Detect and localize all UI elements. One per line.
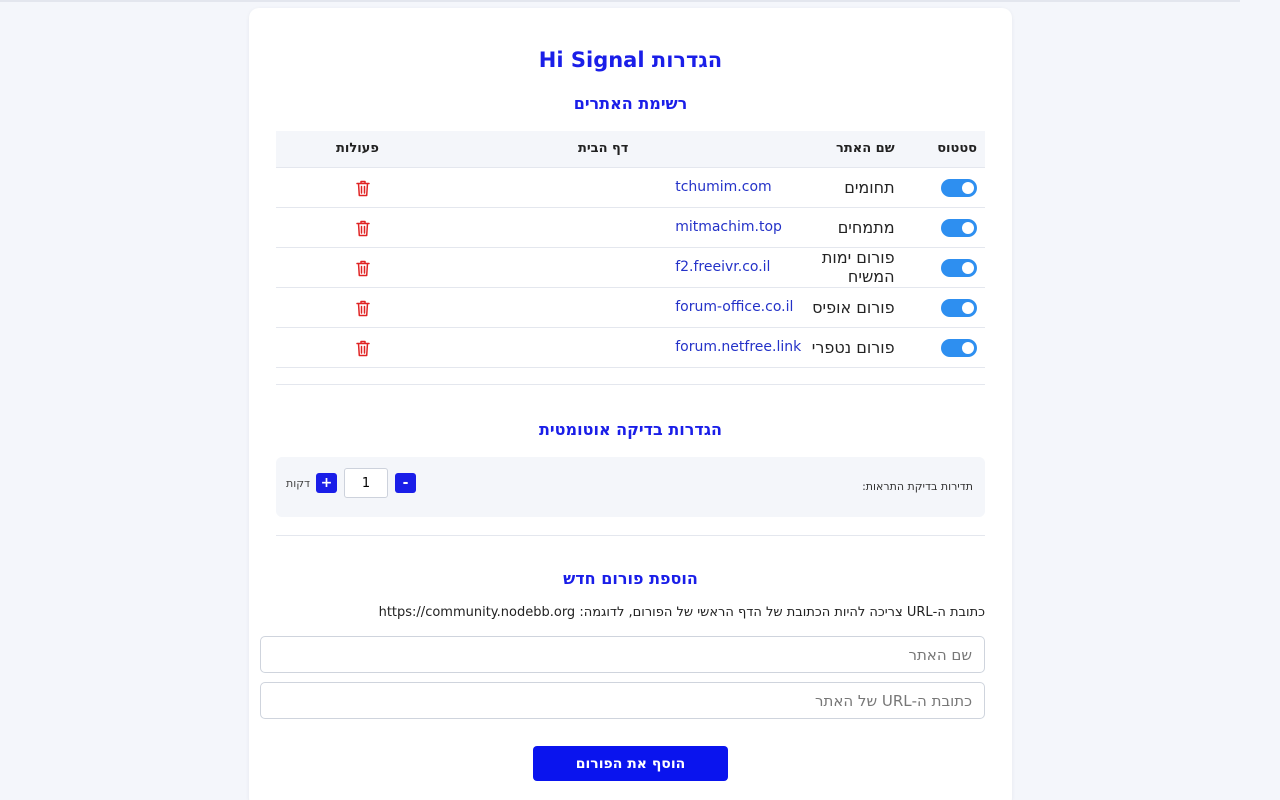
status-toggle[interactable]	[941, 218, 977, 237]
status-toggle[interactable]	[941, 338, 977, 357]
delete-icon[interactable]	[356, 178, 370, 197]
settings-card: הגדרות Hi Signal רשימת האתרים סטטוס שם ה…	[249, 8, 1012, 800]
actions-cell	[276, 327, 406, 368]
status-cell	[924, 327, 985, 368]
site-home-link[interactable]: f2.freeivr.co.il	[675, 259, 770, 275]
frequency-input[interactable]	[344, 468, 389, 498]
home-cell: tchumim.com	[405, 167, 802, 208]
add-forum-title: הוספת פורום חדש	[563, 569, 698, 588]
status-toggle[interactable]	[941, 178, 977, 197]
status-cell	[924, 167, 985, 208]
status-cell	[924, 207, 985, 248]
home-cell: mitmachim.top	[405, 207, 802, 248]
site-home-link[interactable]: forum.netfree.link	[675, 339, 801, 355]
auto-check-title: הגדרות בדיקה אוטומטית	[539, 420, 722, 439]
site-name: פורום ימות המשיח	[801, 247, 925, 288]
frequency-stepper: דקות + -	[286, 468, 417, 498]
delete-icon[interactable]	[356, 258, 370, 277]
table-row: פורום ימות המשיח f2.freeivr.co.il	[276, 247, 985, 288]
actions-cell	[276, 207, 406, 248]
top-border	[0, 0, 1240, 2]
status-toggle[interactable]	[941, 258, 977, 277]
divider	[276, 384, 985, 385]
table-row: פורום נטפרי forum.netfree.link	[276, 327, 985, 368]
status-cell	[924, 287, 985, 328]
table-header-row: סטטוס שם האתר דף הבית פעולות	[276, 131, 985, 168]
site-name-input[interactable]	[260, 636, 985, 673]
col-header-status: סטטוס	[924, 131, 985, 168]
delete-icon[interactable]	[356, 338, 370, 357]
col-header-home: דף הבית	[405, 131, 802, 168]
auto-check-panel: תדירות בדיקת התראות: דקות + -	[276, 457, 985, 517]
table-row: מתמחים mitmachim.top	[276, 207, 985, 248]
col-header-actions: פעולות	[276, 131, 406, 168]
actions-cell	[276, 167, 406, 208]
actions-cell	[276, 247, 406, 288]
site-name: פורום אופיס	[801, 287, 925, 328]
status-cell	[924, 247, 985, 288]
table-row: תחומים tchumim.com	[276, 167, 985, 208]
col-header-name: שם האתר	[801, 131, 925, 168]
page-title: הגדרות Hi Signal	[538, 48, 723, 72]
site-home-link[interactable]: tchumim.com	[675, 179, 771, 195]
frequency-unit: דקות	[286, 476, 311, 490]
site-name: מתמחים	[801, 207, 925, 248]
site-name: פורום נטפרי	[801, 327, 925, 368]
sites-section-title: רשימת האתרים	[573, 94, 688, 113]
increment-button[interactable]: +	[316, 473, 338, 493]
add-forum-button[interactable]: הוסף את הפורום	[533, 746, 728, 781]
table-row: פורום אופיס forum-office.co.il	[276, 287, 985, 328]
sites-table: סטטוס שם האתר דף הבית פעולות תחומים tchum…	[276, 131, 985, 368]
home-cell: forum.netfree.link	[405, 327, 802, 368]
site-name: תחומים	[801, 167, 925, 208]
status-toggle[interactable]	[941, 298, 977, 317]
site-url-input[interactable]	[260, 682, 985, 719]
delete-icon[interactable]	[356, 218, 370, 237]
actions-cell	[276, 287, 406, 328]
site-home-link[interactable]: mitmachim.top	[675, 219, 782, 235]
decrement-button[interactable]: -	[395, 473, 417, 493]
site-home-link[interactable]: forum-office.co.il	[675, 299, 793, 315]
home-cell: forum-office.co.il	[405, 287, 802, 328]
delete-icon[interactable]	[356, 298, 370, 317]
url-hint: כתובת ה-URL צריכה להיות הכתובת של הדף הר…	[378, 605, 985, 620]
check-frequency-label: תדירות בדיקת התראות:	[862, 480, 973, 493]
divider	[276, 535, 985, 536]
home-cell: f2.freeivr.co.il	[405, 247, 802, 288]
